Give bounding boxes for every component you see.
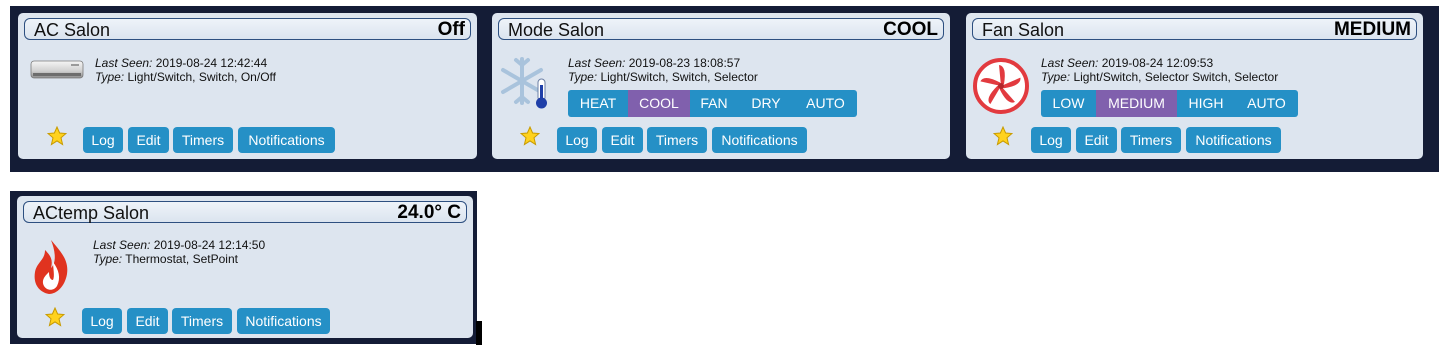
cursor-marker bbox=[476, 321, 482, 345]
edit-button[interactable]: Edit bbox=[128, 127, 169, 153]
timers-button[interactable]: Timers bbox=[173, 127, 233, 153]
device-status: COOL bbox=[883, 19, 938, 40]
last-seen-label: Last Seen: bbox=[95, 56, 153, 70]
device-name: Mode Salon bbox=[508, 20, 605, 40]
type-label: Type: bbox=[93, 252, 123, 266]
log-button[interactable]: Log bbox=[83, 127, 123, 153]
fan-option-medium[interactable]: MEDIUM bbox=[1096, 90, 1177, 117]
edit-button[interactable]: Edit bbox=[127, 308, 168, 334]
device-info: Last Seen: 2019-08-23 18:08:57 Type: Lig… bbox=[568, 56, 758, 84]
fan-option-auto[interactable]: AUTO bbox=[1235, 90, 1298, 117]
device-card-mode-salon: Mode Salon COOL Last Seen: 2019-08-23 18… bbox=[492, 13, 950, 159]
timers-button[interactable]: Timers bbox=[647, 127, 707, 153]
last-seen-value: 2019-08-23 18:08:57 bbox=[628, 56, 741, 70]
log-button[interactable]: Log bbox=[557, 127, 597, 153]
type-value: Thermostat, SetPoint bbox=[125, 252, 238, 266]
notifications-button[interactable]: Notifications bbox=[1186, 127, 1281, 153]
device-name: Fan Salon bbox=[982, 20, 1065, 40]
device-card-fan-salon: Fan Salon MEDIUM Last Seen: 2019-08-24 1… bbox=[966, 13, 1423, 159]
timers-button[interactable]: Timers bbox=[1121, 127, 1181, 153]
last-seen-label: Last Seen: bbox=[568, 56, 626, 70]
mode-option-heat[interactable]: HEAT bbox=[568, 90, 628, 117]
type-value: Light/Switch, Selector Switch, Selector bbox=[1073, 70, 1279, 84]
mode-option-fan[interactable]: FAN bbox=[690, 90, 738, 117]
fan-option-low[interactable]: LOW bbox=[1041, 90, 1096, 117]
notifications-button[interactable]: Notifications bbox=[237, 308, 330, 334]
mode-selector: HEAT COOL FAN DRY AUTO bbox=[568, 90, 857, 117]
device-title-bar: Mode Salon COOL bbox=[498, 18, 944, 40]
type-label: Type: bbox=[1041, 70, 1071, 84]
last-seen-value: 2019-08-24 12:14:50 bbox=[153, 238, 266, 252]
fan-speed-selector: LOW MEDIUM HIGH AUTO bbox=[1041, 90, 1298, 117]
device-info: Last Seen: 2019-08-24 12:42:44 Type: Lig… bbox=[95, 56, 276, 84]
favorite-star-icon[interactable] bbox=[46, 125, 68, 151]
device-card-actemp-salon: ACtemp Salon 24.0° C Last Seen: 2019-08-… bbox=[17, 196, 473, 338]
device-status: MEDIUM bbox=[1333, 19, 1411, 40]
device-title-bar: Fan Salon MEDIUM bbox=[972, 18, 1417, 40]
device-status: 24.0° C bbox=[397, 202, 461, 223]
log-button[interactable]: Log bbox=[82, 308, 122, 334]
last-seen-value: 2019-08-24 12:09:53 bbox=[1101, 56, 1214, 70]
type-value: Light/Switch, Switch, On/Off bbox=[127, 70, 276, 84]
snowflake-thermometer-icon[interactable] bbox=[500, 55, 556, 111]
mode-option-dry[interactable]: DRY bbox=[738, 90, 794, 117]
fan-option-high[interactable]: HIGH bbox=[1177, 90, 1235, 117]
device-name: AC Salon bbox=[34, 20, 111, 40]
device-status: Off bbox=[437, 19, 465, 40]
last-seen-label: Last Seen: bbox=[1041, 56, 1099, 70]
favorite-star-icon[interactable] bbox=[44, 306, 66, 332]
favorite-star-icon[interactable] bbox=[519, 125, 541, 151]
notifications-button[interactable]: Notifications bbox=[238, 127, 335, 153]
favorite-star-icon[interactable] bbox=[992, 125, 1014, 151]
mode-option-cool[interactable]: COOL bbox=[628, 90, 690, 117]
log-button[interactable]: Log bbox=[1031, 127, 1071, 153]
flame-icon[interactable] bbox=[31, 238, 73, 296]
last-seen-value: 2019-08-24 12:42:44 bbox=[155, 56, 268, 70]
type-value: Light/Switch, Switch, Selector bbox=[600, 70, 758, 84]
device-name: ACtemp Salon bbox=[33, 203, 150, 223]
type-label: Type: bbox=[568, 70, 598, 84]
edit-button[interactable]: Edit bbox=[602, 127, 643, 153]
air-conditioner-icon[interactable] bbox=[30, 58, 84, 82]
device-info: Last Seen: 2019-08-24 12:14:50 Type: The… bbox=[93, 238, 265, 266]
type-label: Type: bbox=[95, 70, 125, 84]
fan-icon[interactable] bbox=[972, 57, 1030, 115]
device-title-bar: ACtemp Salon 24.0° C bbox=[23, 201, 467, 223]
timers-button[interactable]: Timers bbox=[172, 308, 232, 334]
edit-button[interactable]: Edit bbox=[1076, 127, 1117, 153]
device-title-bar: AC Salon Off bbox=[24, 18, 471, 40]
last-seen-label: Last Seen: bbox=[93, 238, 151, 252]
mode-option-auto[interactable]: AUTO bbox=[794, 90, 857, 117]
device-info: Last Seen: 2019-08-24 12:09:53 Type: Lig… bbox=[1041, 56, 1278, 84]
device-card-ac-salon: AC Salon Off Last Seen: 2019-08-24 12:42… bbox=[18, 13, 477, 159]
notifications-button[interactable]: Notifications bbox=[712, 127, 807, 153]
